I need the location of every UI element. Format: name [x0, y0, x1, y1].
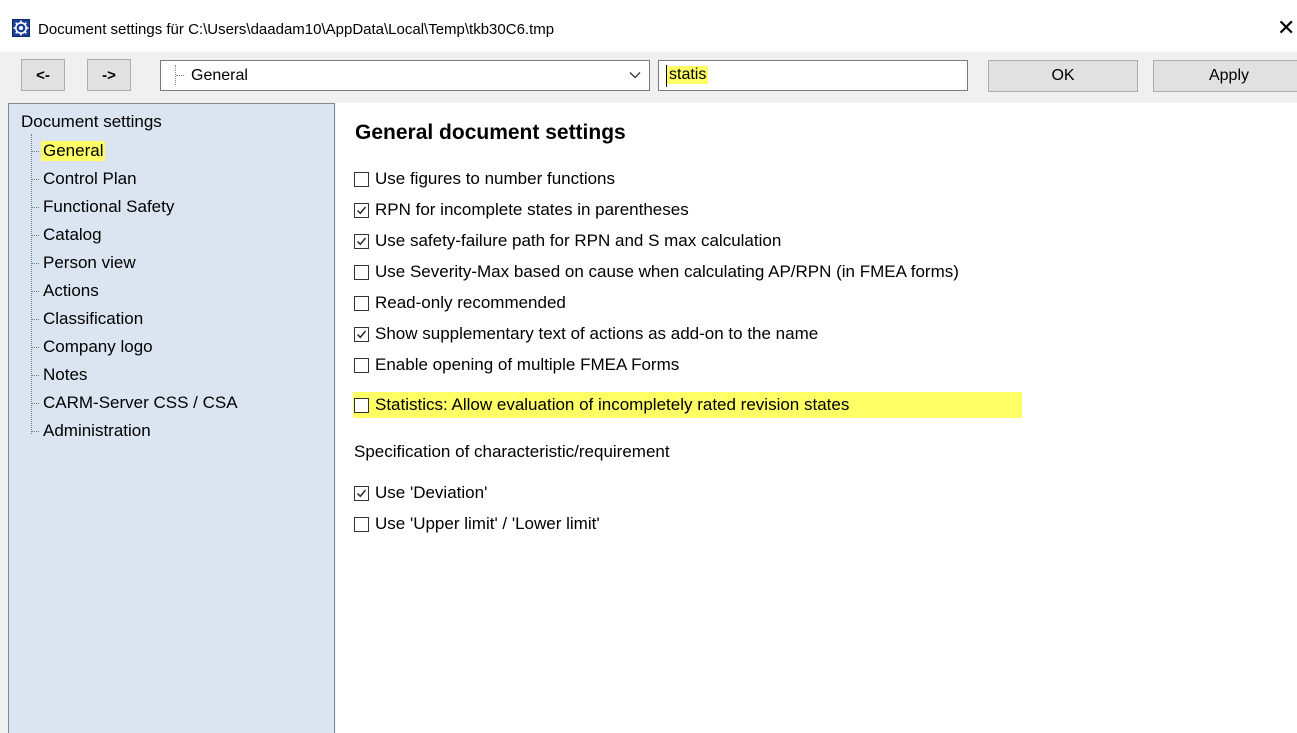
checkbox-checked[interactable] — [354, 486, 369, 501]
option-label: Read-only recommended — [375, 293, 566, 312]
text-caret — [666, 65, 667, 87]
tree-item-label: Company logo — [43, 337, 153, 356]
back-button[interactable]: <- — [21, 59, 65, 91]
chevron-down-icon[interactable] — [629, 69, 641, 81]
settings-tree: Document settings General Control Plan F… — [8, 103, 335, 733]
option-label: RPN for incomplete states in parentheses — [375, 200, 689, 219]
settings-panel: General document settings Use figures to… — [336, 103, 1297, 733]
ok-button[interactable]: OK — [988, 60, 1138, 92]
tree-item-administration[interactable]: Administration — [31, 418, 311, 446]
checkbox-checked[interactable] — [354, 327, 369, 342]
checkmark-icon — [357, 237, 367, 246]
search-input[interactable]: statis — [658, 60, 968, 91]
checkbox[interactable] — [354, 517, 369, 532]
checkbox[interactable] — [354, 398, 369, 413]
tree-item-catalog[interactable]: Catalog — [31, 222, 311, 250]
checkbox[interactable] — [354, 358, 369, 373]
tree-item-label: CARM-Server CSS / CSA — [43, 393, 238, 412]
tree-item-classification[interactable]: Classification — [31, 306, 311, 334]
tree-item-person-view[interactable]: Person view — [31, 250, 311, 278]
tree-item-label: Notes — [43, 365, 88, 384]
checkmark-icon — [357, 206, 367, 215]
checkmark-icon — [357, 330, 367, 339]
page-title: General document settings — [355, 121, 626, 144]
tree-item-carm-server[interactable]: CARM-Server CSS / CSA — [31, 390, 311, 418]
tree-root-label[interactable]: Document settings — [21, 112, 162, 132]
title-bar: Document settings für C:\Users\daadam10\… — [0, 0, 1297, 52]
section-combobox-value: General — [191, 67, 248, 84]
option-label: Use 'Deviation' — [375, 483, 488, 502]
option-label: Use figures to number functions — [375, 169, 616, 188]
section-combobox[interactable]: General — [160, 60, 650, 91]
settings-gear-app-icon — [12, 19, 30, 37]
document-settings-window: Document settings für C:\Users\daadam10\… — [0, 0, 1297, 733]
tree-item-control-plan[interactable]: Control Plan — [31, 166, 311, 194]
option-label: Statistics: Allow evaluation of incomple… — [375, 395, 850, 414]
tree-connector-icon — [175, 65, 184, 85]
forward-button[interactable]: -> — [87, 59, 131, 91]
option-label: Use 'Upper limit' / 'Lower limit' — [375, 514, 600, 533]
toolbar: <- -> General statis OK Apply — [0, 52, 1297, 102]
tree-item-label: General — [41, 141, 106, 161]
option-label: Enable opening of multiple FMEA Forms — [375, 355, 680, 374]
tree-item-general[interactable]: General — [31, 138, 311, 166]
tree-item-label: Actions — [43, 281, 99, 300]
tree-item-company-logo[interactable]: Company logo — [31, 334, 311, 362]
tree-item-label: Catalog — [43, 225, 102, 244]
tree-item-notes[interactable]: Notes — [31, 362, 311, 390]
checkmark-icon — [357, 489, 367, 498]
window-title: Document settings für C:\Users\daadam10\… — [38, 21, 555, 38]
tree-item-functional-safety[interactable]: Functional Safety — [31, 194, 311, 222]
tree-item-label: Person view — [43, 253, 136, 272]
tree-item-actions[interactable]: Actions — [31, 278, 311, 306]
tree-item-label: Classification — [43, 309, 144, 328]
option-label: Use safety-failure path for RPN and S ma… — [375, 231, 782, 250]
option-label: Show supplementary text of actions as ad… — [375, 324, 819, 343]
checkbox-checked[interactable] — [354, 203, 369, 218]
checkbox[interactable] — [354, 296, 369, 311]
checkbox[interactable] — [354, 172, 369, 187]
tree-item-label: Administration — [43, 421, 151, 440]
section-label-specification: Specification of characteristic/requirem… — [354, 442, 670, 461]
close-icon[interactable]: ✕ — [1277, 14, 1295, 42]
checkbox-checked[interactable] — [354, 234, 369, 249]
option-label: Use Severity-Max based on cause when cal… — [375, 262, 959, 281]
apply-button[interactable]: Apply — [1153, 60, 1297, 92]
search-input-value: statis — [667, 66, 709, 84]
checkbox[interactable] — [354, 265, 369, 280]
tree-item-label: Functional Safety — [43, 197, 175, 216]
tree-item-label: Control Plan — [43, 169, 137, 188]
